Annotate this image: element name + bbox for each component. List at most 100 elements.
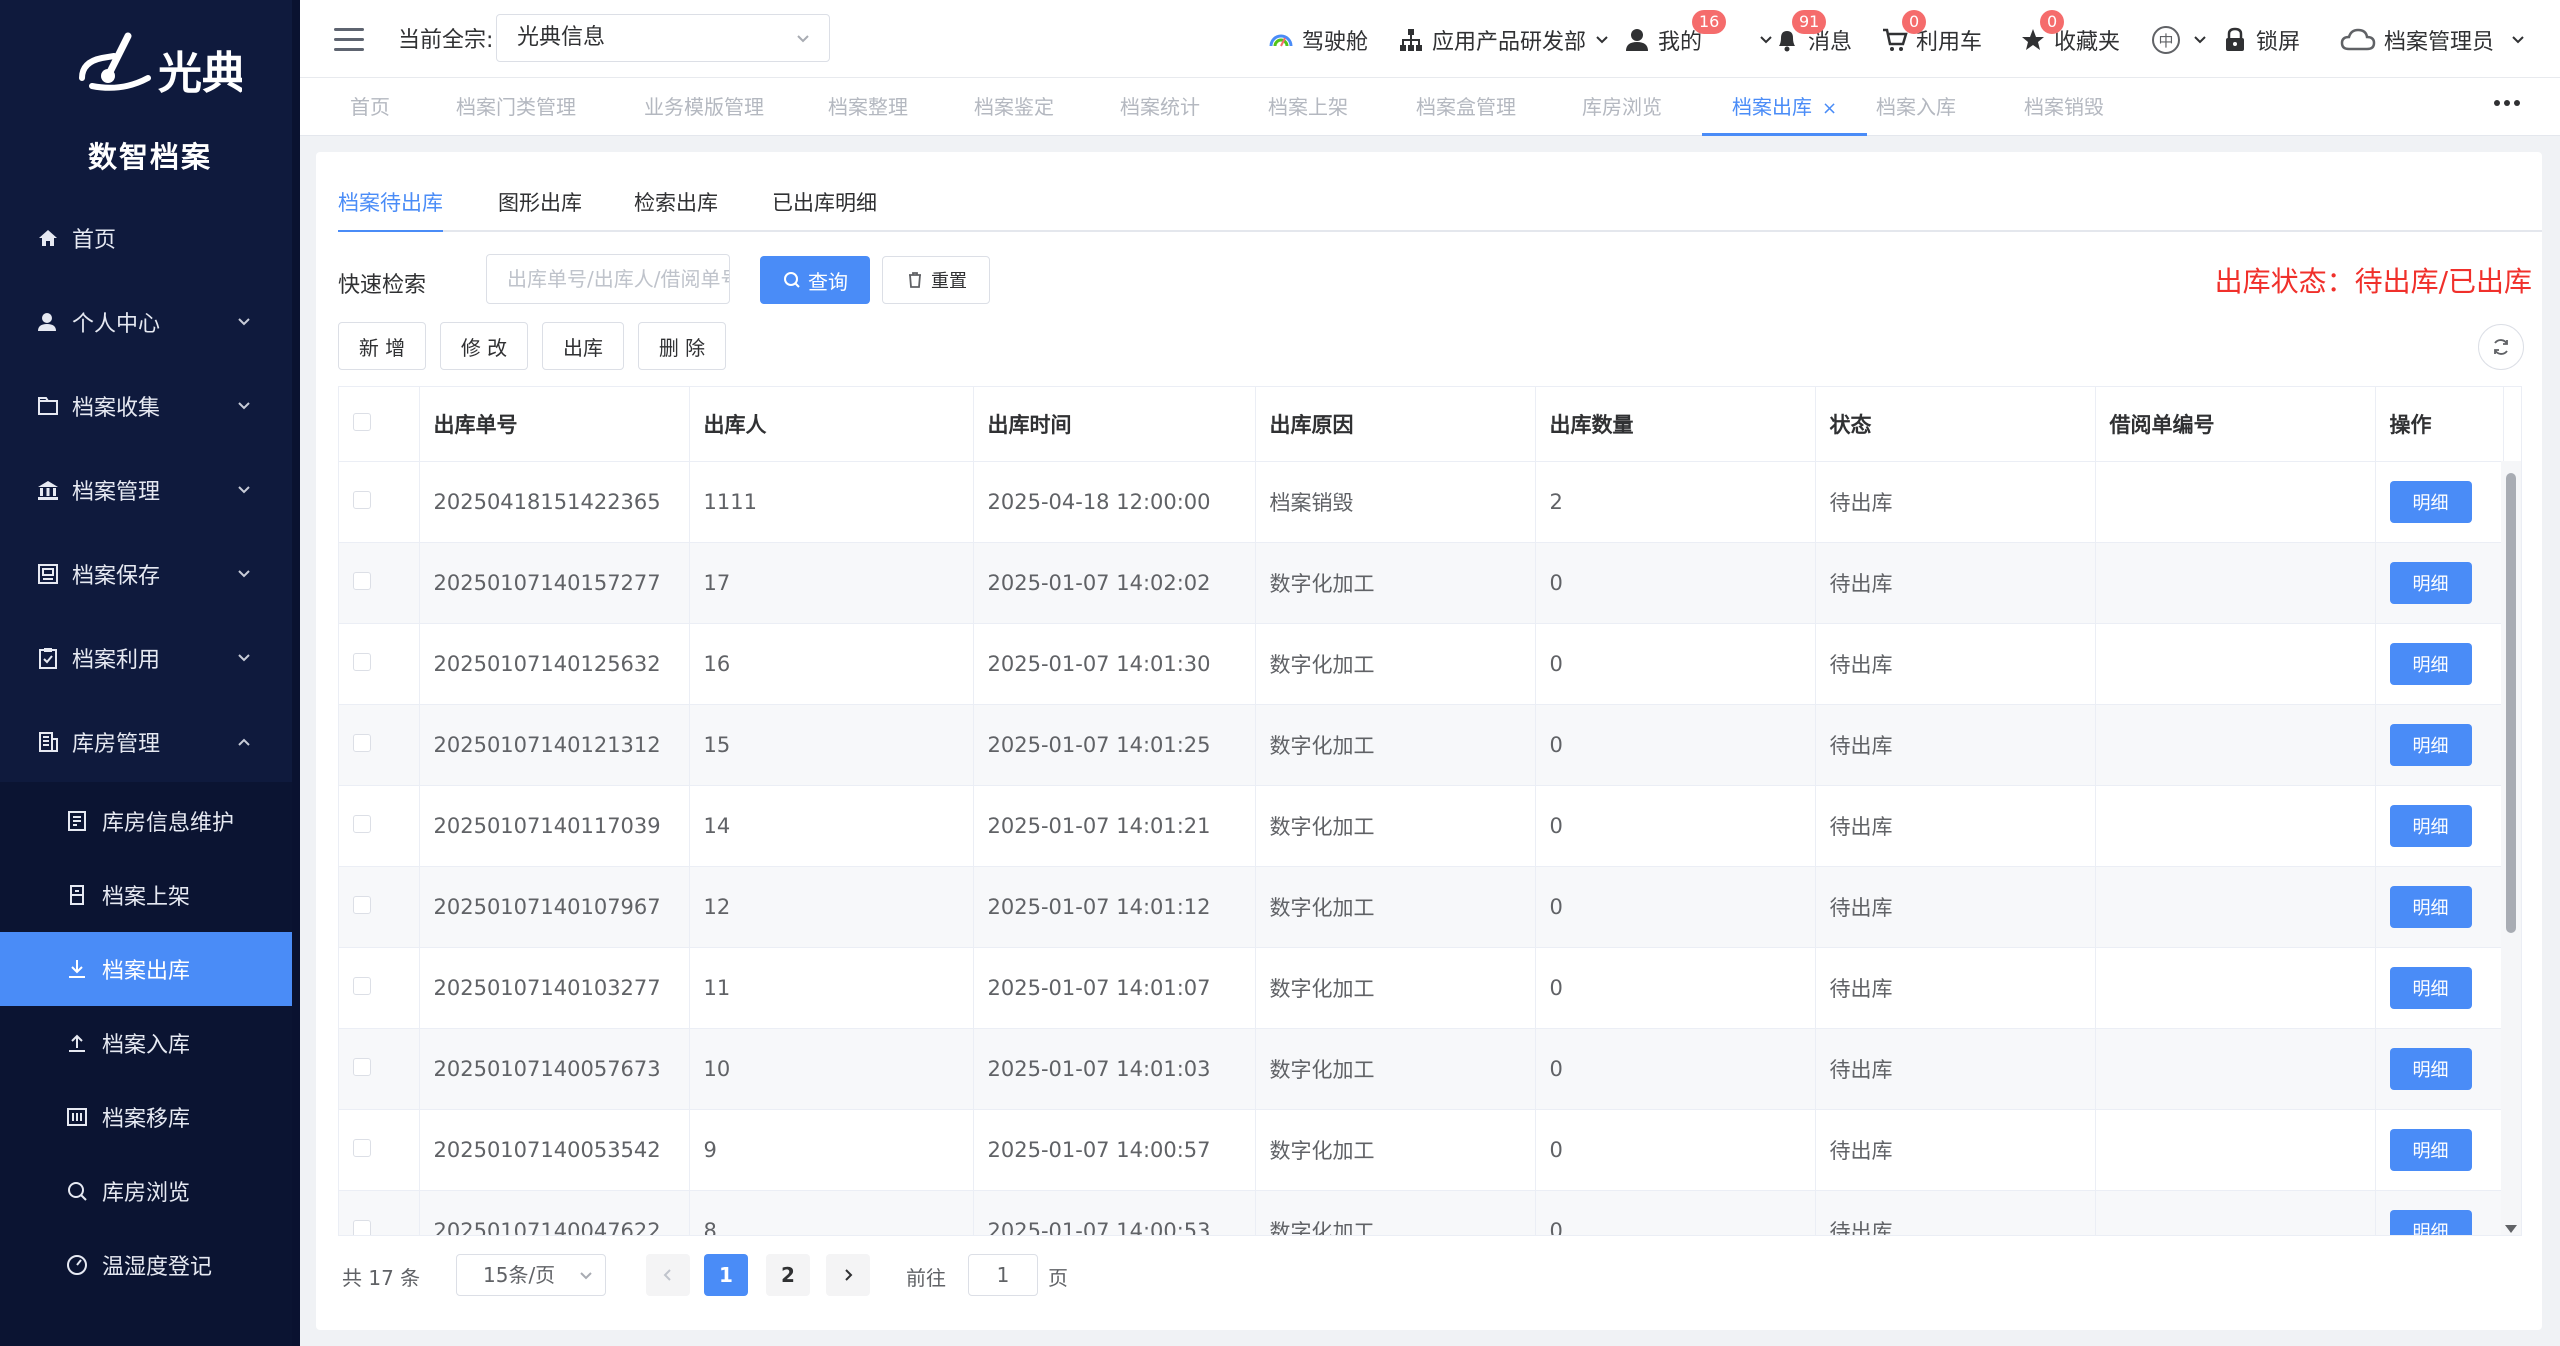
column-header[interactable]: 借阅单编号 bbox=[2095, 387, 2376, 462]
detail-button[interactable]: 明细 bbox=[2389, 885, 2472, 928]
menu-toggle-icon[interactable] bbox=[334, 28, 364, 51]
bank-icon bbox=[36, 478, 60, 502]
tab-statistics[interactable]: 档案统计 bbox=[1120, 78, 1200, 136]
subtab-pending-outbound[interactable]: 档案待出库 bbox=[338, 182, 443, 232]
row-checkbox[interactable] bbox=[353, 652, 371, 671]
sidebar-subitem-shelf[interactable]: 档案上架 bbox=[0, 858, 292, 932]
row-checkbox[interactable] bbox=[353, 571, 371, 590]
messages-link[interactable]: 91 消息 bbox=[1772, 10, 1852, 56]
mine-dropdown[interactable]: 我的 16 bbox=[1622, 10, 1774, 56]
subtab-search-outbound[interactable]: 检索出库 bbox=[634, 182, 718, 232]
column-header[interactable]: 出库数量 bbox=[1535, 387, 1816, 462]
sidebar-subitem-move[interactable]: 档案移库 bbox=[0, 1080, 292, 1154]
sidebar-item-warehouse[interactable]: 库房管理 bbox=[0, 712, 292, 772]
tab-shelve[interactable]: 档案上架 bbox=[1268, 78, 1348, 136]
next-page-button[interactable] bbox=[826, 1254, 870, 1296]
tab-outbound[interactable]: 档案出库 × bbox=[1702, 78, 1868, 136]
usage-cart-link[interactable]: 0 利用车 bbox=[1880, 10, 1982, 56]
row-checkbox[interactable] bbox=[353, 1057, 371, 1076]
reset-button[interactable]: 重置 bbox=[882, 256, 990, 304]
detail-button[interactable]: 明细 bbox=[2389, 561, 2472, 604]
sidebar-subitem-label: 温湿度登记 bbox=[102, 1255, 213, 1280]
row-checkbox[interactable] bbox=[353, 1219, 371, 1235]
user-dropdown[interactable]: 档案管理员 bbox=[2338, 24, 2526, 56]
chevron-left-icon bbox=[663, 1269, 671, 1281]
page-size-select[interactable]: 15条/页 bbox=[456, 1254, 606, 1296]
favorites-link[interactable]: 0 收藏夹 bbox=[2018, 10, 2120, 56]
sidebar-item-preserve[interactable]: 档案保存 bbox=[0, 544, 292, 604]
quick-search-input[interactable] bbox=[486, 254, 730, 304]
row-checkbox[interactable] bbox=[353, 1138, 371, 1157]
column-header[interactable]: 出库时间 bbox=[973, 387, 1256, 462]
column-header[interactable]: 状态 bbox=[1815, 387, 2096, 462]
refresh-button[interactable] bbox=[2478, 324, 2524, 370]
sidebar-item-manage[interactable]: 档案管理 bbox=[0, 460, 292, 520]
tab-arrange[interactable]: 档案整理 bbox=[828, 78, 908, 136]
chevron-down-icon bbox=[1596, 36, 1608, 44]
page-button-2[interactable]: 2 bbox=[766, 1254, 810, 1296]
sidebar-subitem-browse[interactable]: 库房浏览 bbox=[0, 1154, 292, 1228]
tab-appraise[interactable]: 档案鉴定 bbox=[974, 78, 1054, 136]
sidebar-item-collect[interactable]: 档案收集 bbox=[0, 376, 292, 436]
page-button-1[interactable]: 1 bbox=[704, 1254, 748, 1296]
detail-button[interactable]: 明细 bbox=[2389, 1047, 2472, 1090]
chevron-down-icon bbox=[797, 35, 809, 43]
add-button[interactable]: 新 增 bbox=[338, 322, 426, 370]
sidebar-item-personal[interactable]: 个人中心 bbox=[0, 292, 292, 352]
sidebar-item-home[interactable]: 首页 bbox=[0, 208, 292, 268]
row-checkbox[interactable] bbox=[353, 976, 371, 995]
fonds-select[interactable]: 光典信息 bbox=[496, 14, 830, 62]
more-tabs-icon[interactable] bbox=[2494, 100, 2520, 108]
detail-button[interactable]: 明细 bbox=[2389, 642, 2472, 685]
prev-page-button[interactable] bbox=[646, 1254, 690, 1296]
scroll-down-arrow-icon[interactable] bbox=[2505, 1225, 2517, 1233]
edit-button[interactable]: 修 改 bbox=[440, 322, 528, 370]
tab-template-manage[interactable]: 业务模版管理 bbox=[644, 78, 764, 136]
close-icon[interactable]: × bbox=[1822, 98, 1837, 119]
table-scrollbar[interactable] bbox=[2501, 461, 2521, 1235]
detail-button[interactable]: 明细 bbox=[2389, 966, 2472, 1009]
detail-button[interactable]: 明细 bbox=[2389, 804, 2472, 847]
cell-time: 2025-01-07 14:01:03 bbox=[973, 1028, 1256, 1110]
tab-box-manage[interactable]: 档案盒管理 bbox=[1416, 78, 1516, 136]
row-checkbox[interactable] bbox=[353, 490, 371, 509]
query-button[interactable]: 查询 bbox=[760, 256, 870, 304]
lock-screen-link[interactable]: 锁屏 bbox=[2220, 24, 2300, 56]
subtab-graphic-outbound[interactable]: 图形出库 bbox=[498, 182, 582, 232]
row-checkbox[interactable] bbox=[353, 895, 371, 914]
cockpit-link[interactable]: 驾驶舱 bbox=[1266, 24, 1368, 56]
sidebar-item-utilize[interactable]: 档案利用 bbox=[0, 628, 292, 688]
detail-button[interactable]: 明细 bbox=[2389, 723, 2472, 766]
column-header[interactable]: 出库原因 bbox=[1255, 387, 1536, 462]
department-dropdown[interactable]: 应用产品研发部 bbox=[1396, 24, 1610, 56]
language-dropdown[interactable]: 中 bbox=[2152, 24, 2208, 56]
select-all-checkbox[interactable] bbox=[353, 412, 371, 431]
sidebar-subitem-inbound[interactable]: 档案入库 bbox=[0, 1006, 292, 1080]
tab-inbound[interactable]: 档案入库 bbox=[1876, 78, 1956, 136]
subtab-outbound-details[interactable]: 已出库明细 bbox=[772, 182, 877, 232]
outbound-button[interactable]: 出库 bbox=[542, 322, 624, 370]
goto-label: 前往 bbox=[906, 1266, 946, 1290]
row-checkbox[interactable] bbox=[353, 814, 371, 833]
row-checkbox[interactable] bbox=[353, 733, 371, 752]
cell-status: 待出库 bbox=[1815, 1109, 2096, 1191]
lock-icon bbox=[2220, 25, 2250, 55]
detail-button[interactable]: 明细 bbox=[2389, 480, 2472, 523]
tab-category-manage[interactable]: 档案门类管理 bbox=[456, 78, 576, 136]
detail-button[interactable]: 明细 bbox=[2389, 1128, 2472, 1171]
column-header[interactable]: 出库人 bbox=[689, 387, 974, 462]
delete-button[interactable]: 删 除 bbox=[638, 322, 726, 370]
tab-home[interactable]: 首页 bbox=[350, 78, 390, 136]
tab-destroy[interactable]: 档案销毁 bbox=[2024, 78, 2104, 136]
detail-button[interactable]: 明细 bbox=[2389, 1209, 2472, 1235]
cell-quantity: 0 bbox=[1535, 1109, 1816, 1191]
sidebar-subitem-warehouse-info[interactable]: 库房信息维护 bbox=[0, 784, 292, 858]
sidebar-subitem-outbound[interactable]: 档案出库 bbox=[0, 932, 292, 1006]
column-header[interactable]: 出库单号 bbox=[419, 387, 690, 462]
tab-outbound-label: 档案出库 bbox=[1732, 95, 1812, 119]
scrollbar-thumb[interactable] bbox=[2506, 473, 2516, 933]
sidebar-subitem-humidity[interactable]: 温湿度登记 bbox=[0, 1228, 292, 1302]
tab-warehouse-browse[interactable]: 库房浏览 bbox=[1582, 78, 1662, 136]
goto-page-input[interactable] bbox=[968, 1254, 1038, 1296]
cell-borrow-no bbox=[2095, 623, 2376, 705]
